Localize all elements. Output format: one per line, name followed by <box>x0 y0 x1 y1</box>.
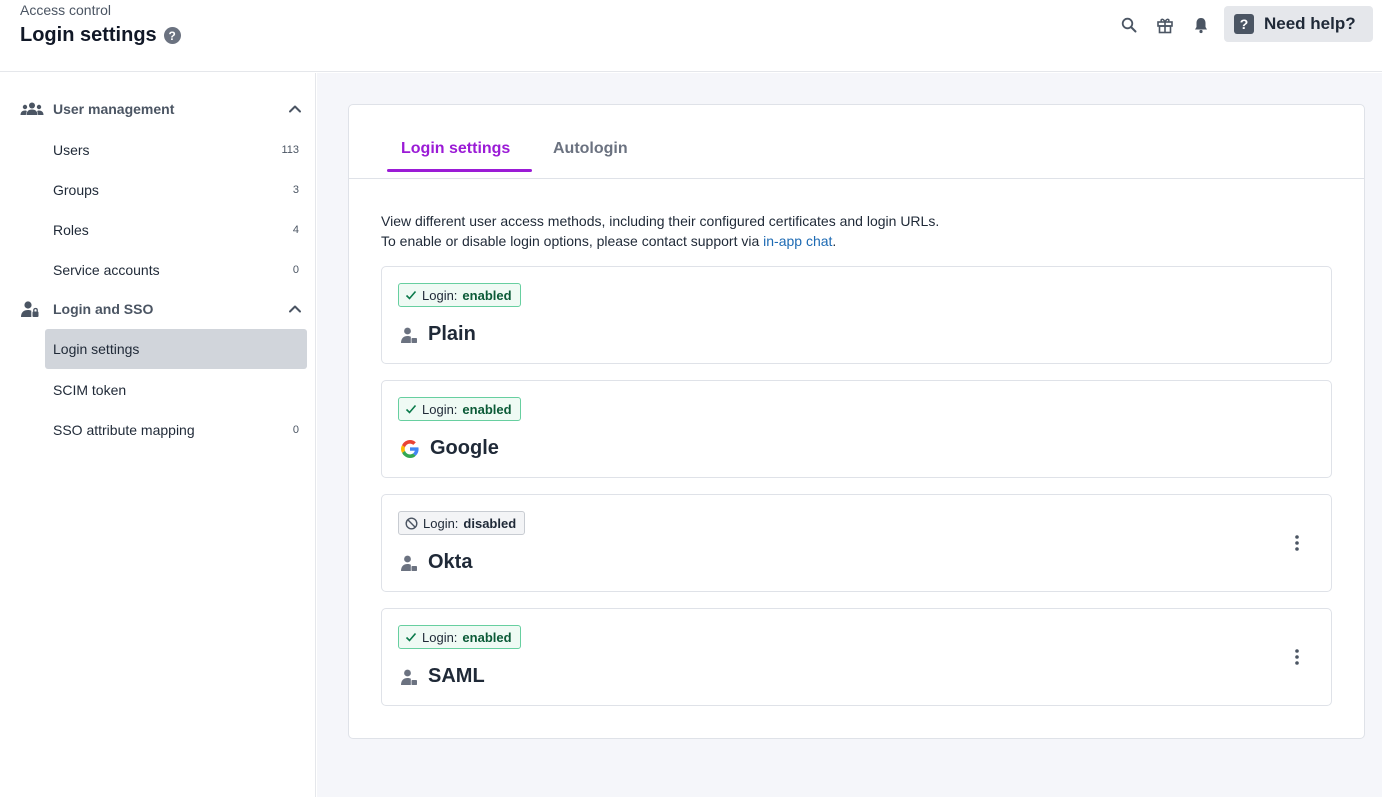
top-header: Access control Login settings ? ? Need h… <box>0 0 1382 72</box>
description-line-2: To enable or disable login options, plea… <box>381 231 939 251</box>
sidebar-item-count: 0 <box>292 424 299 436</box>
breadcrumb[interactable]: Access control <box>20 2 111 18</box>
chevron-up-icon[interactable] <box>288 304 302 314</box>
help-icon: ? <box>1234 14 1254 34</box>
status-value: disabled <box>463 515 517 531</box>
section-login-and-sso[interactable]: Login and SSO <box>20 296 302 322</box>
main-content: Login settings Autologin View different … <box>317 73 1382 797</box>
status-badge: Login: disabled <box>398 511 526 535</box>
section-user-management[interactable]: User management <box>20 96 302 122</box>
sidebar-item-scim-token[interactable]: SCIM token <box>45 370 307 410</box>
check-icon <box>405 290 417 300</box>
tab-bar: Login settings Autologin <box>349 105 1364 179</box>
sidebar-item-groups[interactable]: Groups 3 <box>45 170 307 210</box>
description: View different user access methods, incl… <box>381 211 939 251</box>
status-badge: Login: enabled <box>398 625 521 649</box>
page-title: Login settings <box>20 24 157 46</box>
active-tab-indicator <box>387 169 532 172</box>
method-title: Google <box>400 437 499 460</box>
method-name: Okta <box>428 551 473 573</box>
top-toolbar <box>1116 13 1214 37</box>
method-name: Plain <box>428 323 476 345</box>
sidebar-item-count: 0 <box>292 264 299 276</box>
need-help-label: Need help? <box>1264 14 1356 33</box>
status-prefix: Login: <box>422 629 458 645</box>
description-line-1: View different user access methods, incl… <box>381 213 940 229</box>
google-logo-icon <box>401 439 419 458</box>
status-value: enabled <box>462 629 512 645</box>
check-icon <box>405 632 417 642</box>
sidebar-item-label: Login settings <box>53 341 140 357</box>
description-text: . <box>832 233 837 249</box>
login-settings-card: Login settings Autologin View different … <box>348 104 1365 739</box>
status-value: enabled <box>462 401 512 417</box>
sidebar-item-label: SSO attribute mapping <box>53 422 195 438</box>
method-title: SAML <box>400 665 485 688</box>
status-prefix: Login: <box>422 287 458 303</box>
sidebar-item-service-accounts[interactable]: Service accounts 0 <box>45 250 307 290</box>
more-options-icon[interactable] <box>1287 533 1307 553</box>
sidebar-item-count: 4 <box>292 224 299 236</box>
status-value: enabled <box>462 287 512 303</box>
sidebar: User management Users 113 Groups 3 Roles… <box>0 73 316 797</box>
sidebar-item-count: 3 <box>292 184 299 196</box>
section-title: User management <box>53 101 175 117</box>
in-app-chat-link[interactable]: in-app chat <box>763 233 832 249</box>
user-lock-icon <box>20 300 46 318</box>
sidebar-item-users[interactable]: Users 113 <box>45 130 307 170</box>
more-options-icon[interactable] <box>1287 647 1307 667</box>
page-title-group: Login settings ? <box>20 24 181 47</box>
sidebar-item-label: SCIM token <box>53 382 127 398</box>
description-text: To enable or disable login options, plea… <box>381 233 764 249</box>
login-method-saml: Login: enabled SAML <box>381 608 1332 706</box>
chevron-up-icon[interactable] <box>288 104 302 114</box>
method-name: Google <box>430 437 499 459</box>
login-method-okta: Login: disabled Okta <box>381 494 1332 592</box>
method-title: Plain <box>400 323 476 346</box>
status-badge: Login: enabled <box>398 397 521 421</box>
method-title: Okta <box>400 551 472 574</box>
help-question-icon[interactable]: ? <box>163 27 181 44</box>
tab-login-settings[interactable]: Login settings <box>401 140 510 158</box>
sidebar-item-sso-attribute-mapping[interactable]: SSO attribute mapping 0 <box>45 410 307 450</box>
sidebar-item-label: Users <box>53 142 90 158</box>
sidebar-item-label: Roles <box>53 222 89 238</box>
login-method-plain: Login: enabled Plain <box>381 266 1332 364</box>
status-prefix: Login: <box>423 515 459 531</box>
section-title: Login and SSO <box>53 301 154 317</box>
need-help-button[interactable]: ? Need help? <box>1224 6 1373 42</box>
sidebar-item-roles[interactable]: Roles 4 <box>45 210 307 250</box>
user-icon <box>401 669 417 685</box>
search-icon[interactable] <box>1116 13 1142 37</box>
method-name: SAML <box>428 665 485 687</box>
bell-icon[interactable] <box>1188 13 1214 37</box>
users-group-icon <box>20 101 46 117</box>
user-icon <box>401 327 417 343</box>
status-prefix: Login: <box>422 401 458 417</box>
check-icon <box>405 404 417 414</box>
login-method-google: Login: enabled Google <box>381 380 1332 478</box>
sidebar-item-label: Service accounts <box>53 262 160 278</box>
sidebar-item-count: 113 <box>281 144 299 156</box>
disabled-icon <box>405 516 418 530</box>
sidebar-item-login-settings[interactable]: Login settings <box>45 329 307 369</box>
sidebar-item-label: Groups <box>53 182 99 198</box>
tab-autologin[interactable]: Autologin <box>553 140 628 158</box>
status-badge: Login: enabled <box>398 283 521 307</box>
gift-icon[interactable] <box>1152 13 1178 37</box>
user-icon <box>401 555 417 571</box>
